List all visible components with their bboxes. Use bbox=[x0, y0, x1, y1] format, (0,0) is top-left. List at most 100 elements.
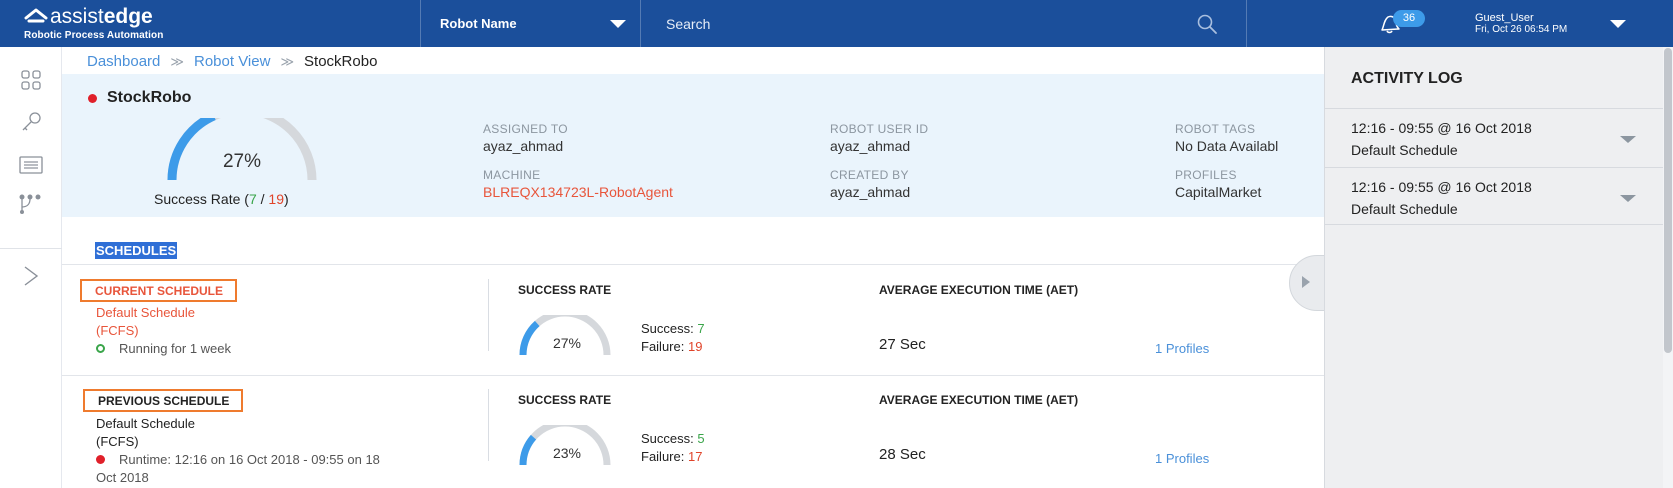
created-by-label: CREATED BY bbox=[830, 168, 909, 182]
current-schedule-name[interactable]: Default Schedule bbox=[96, 305, 195, 320]
divider bbox=[420, 0, 421, 47]
robot-name: StockRobo bbox=[107, 89, 192, 106]
robot-name-label: Robot Name bbox=[440, 16, 517, 31]
activity-log-title: ACTIVITY LOG bbox=[1351, 70, 1463, 87]
profiles-label: PROFILES bbox=[1175, 168, 1237, 182]
stopped-status-icon bbox=[96, 455, 105, 464]
breadcrumb-dashboard[interactable]: Dashboard bbox=[87, 53, 160, 70]
logo[interactable]: assist edge Robotic Process Automation bbox=[24, 5, 164, 42]
activity-schedule-name: Default Schedule bbox=[1351, 201, 1458, 217]
current-aet-value: 27 Sec bbox=[879, 336, 926, 353]
expand-chevron-icon[interactable] bbox=[14, 262, 48, 290]
aet-heading: AVERAGE EXECUTION TIME (AET) bbox=[879, 283, 1079, 297]
machine-link[interactable]: BLREQX134723L-RobotAgent bbox=[483, 184, 673, 200]
assigned-to-value: ayaz_ahmad bbox=[483, 138, 564, 154]
success-count: 7 bbox=[248, 191, 257, 207]
activity-time: 12:16 - 09:55 @ 16 Oct 2018 bbox=[1351, 179, 1532, 195]
divider bbox=[640, 0, 641, 47]
activity-log-item[interactable]: 12:16 - 09:55 @ 16 Oct 2018 Default Sche… bbox=[1324, 167, 1663, 225]
notification-badge[interactable]: 36 bbox=[1393, 10, 1425, 27]
user-datetime: Fri, Oct 26 06:54 PM bbox=[1475, 24, 1568, 35]
current-success-row: Success: 7 bbox=[641, 321, 705, 336]
breadcrumb-separator: ≫ bbox=[280, 53, 295, 69]
assigned-to-label: ASSIGNED TO bbox=[483, 122, 568, 136]
current-schedule-label: CURRENT SCHEDULE bbox=[80, 279, 238, 302]
key-icon[interactable] bbox=[14, 108, 48, 136]
breadcrumb: Dashboard ≫ Robot View ≫ StockRobo bbox=[87, 53, 377, 70]
current-schedule-type: (FCFS) bbox=[96, 323, 139, 338]
previous-success-percent: 23% bbox=[552, 445, 582, 461]
logo-subtitle: Robotic Process Automation bbox=[24, 30, 164, 41]
previous-success-count: 5 bbox=[697, 431, 705, 446]
previous-failure-row: Failure: 17 bbox=[641, 449, 702, 464]
success-rate-label: Success Rate ( bbox=[154, 191, 249, 207]
previous-aet-value: 28 Sec bbox=[879, 446, 926, 463]
divider bbox=[1246, 0, 1247, 47]
column-divider bbox=[488, 389, 489, 461]
search-icon[interactable] bbox=[1197, 14, 1217, 34]
list-icon[interactable] bbox=[14, 151, 48, 179]
chevron-down-icon[interactable] bbox=[1620, 195, 1636, 202]
current-success-gauge-fill bbox=[519, 320, 540, 355]
workflow-icon[interactable] bbox=[14, 190, 48, 218]
search-placeholder: Search bbox=[666, 15, 711, 32]
column-divider bbox=[488, 279, 489, 351]
running-status-icon bbox=[96, 344, 105, 353]
current-failure-count: 19 bbox=[687, 339, 703, 354]
current-failure-row: Failure: 19 bbox=[641, 339, 702, 354]
current-profiles-link[interactable]: 1 Profiles bbox=[1155, 341, 1209, 356]
chevron-down-icon[interactable] bbox=[1610, 20, 1626, 28]
breadcrumb-current: StockRobo bbox=[304, 53, 378, 70]
nav-divider bbox=[0, 248, 62, 249]
current-success-percent: 27% bbox=[552, 335, 582, 351]
logo-text-light: assist bbox=[50, 5, 104, 28]
success-rate-percent: 27% bbox=[222, 151, 262, 172]
failure-label: Failure: bbox=[641, 339, 685, 354]
success-label: Success: bbox=[641, 321, 694, 336]
current-schedule-status-text: Running for 1 week bbox=[119, 341, 232, 356]
left-navigation bbox=[0, 47, 62, 488]
failure-label: Failure: bbox=[641, 449, 685, 464]
previous-schedule-runtime-cont: Oct 2018 bbox=[96, 470, 149, 485]
assistedge-logo-icon bbox=[24, 8, 48, 23]
machine-label: MACHINE bbox=[483, 168, 541, 182]
current-success-count: 7 bbox=[697, 321, 705, 336]
breadcrumb-robot-view[interactable]: Robot View bbox=[194, 53, 270, 70]
success-rate-summary: Success Rate (7 / 19) bbox=[154, 191, 289, 207]
search-input[interactable]: Search bbox=[666, 0, 710, 47]
success-rate-heading: SUCCESS RATE bbox=[518, 283, 612, 297]
scrollbar-thumb[interactable] bbox=[1664, 48, 1672, 353]
previous-success-row: Success: 5 bbox=[641, 431, 705, 446]
total-count: 19 bbox=[268, 191, 284, 207]
created-by-value: ayaz_ahmad bbox=[830, 184, 911, 200]
previous-profiles-link[interactable]: 1 Profiles bbox=[1155, 451, 1209, 466]
schedules-heading: SCHEDULES bbox=[95, 242, 178, 259]
close-paren: ) bbox=[283, 191, 289, 207]
robot-title: StockRobo bbox=[88, 89, 191, 107]
robot-user-id-value: ayaz_ahmad bbox=[830, 138, 911, 154]
profiles-value: CapitalMarket bbox=[1175, 184, 1262, 200]
user-menu[interactable]: Guest_User Fri, Oct 26 06:54 PM bbox=[1475, 12, 1567, 36]
breadcrumb-separator: ≫ bbox=[170, 53, 184, 69]
robot-tags-label: ROBOT TAGS bbox=[1175, 122, 1256, 136]
activity-schedule-name: Default Schedule bbox=[1351, 142, 1458, 158]
play-arrow-icon bbox=[1302, 276, 1310, 288]
chevron-down-icon[interactable] bbox=[1620, 136, 1636, 143]
logo-text-bold: edge bbox=[103, 5, 153, 28]
slash: / bbox=[256, 191, 269, 207]
robot-user-id-label: ROBOT USER ID bbox=[830, 122, 929, 136]
divider bbox=[62, 375, 1324, 376]
dashboard-grid-icon[interactable] bbox=[14, 66, 48, 94]
user-name: Guest_User bbox=[1475, 12, 1534, 24]
previous-schedule-type: (FCFS) bbox=[96, 434, 139, 449]
previous-schedule-name[interactable]: Default Schedule bbox=[96, 416, 195, 431]
activity-log-item[interactable]: 12:16 - 09:55 @ 16 Oct 2018 Default Sche… bbox=[1324, 108, 1663, 166]
success-rate-heading: SUCCESS RATE bbox=[518, 393, 612, 407]
current-schedule-status: Running for 1 week bbox=[96, 341, 231, 356]
chevron-down-icon bbox=[610, 20, 626, 28]
success-label: Success: bbox=[641, 431, 694, 446]
robot-name-dropdown[interactable]: Robot Name bbox=[440, 0, 640, 47]
previous-schedule-runtime: Runtime: 12:16 on 16 Oct 2018 - 09:55 on… bbox=[119, 452, 380, 467]
robot-tags-value: No Data Availabl bbox=[1175, 138, 1279, 154]
aet-heading: AVERAGE EXECUTION TIME (AET) bbox=[879, 393, 1079, 407]
